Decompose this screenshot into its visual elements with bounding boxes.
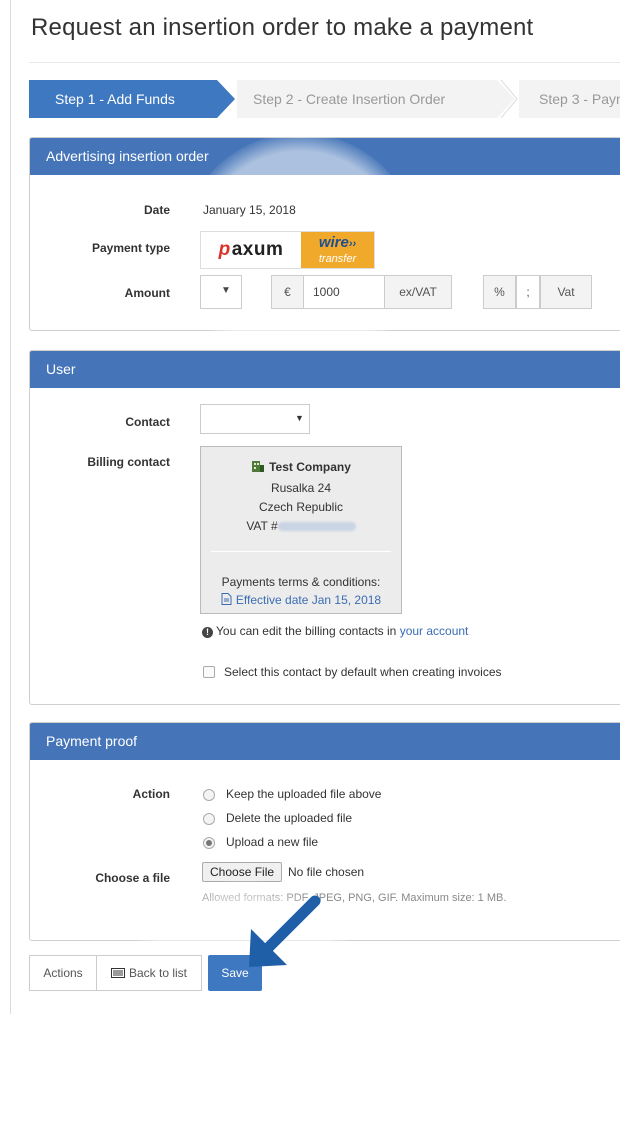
step-2-tab[interactable]: Step 2 - Create Insertion Order	[237, 80, 515, 118]
vat-addon: Vat	[540, 275, 592, 309]
page-title: Request an insertion order to make a pay…	[31, 14, 534, 41]
radio-upload-file-label: Upload a new file	[226, 835, 319, 849]
paxum-logo-icon: p	[218, 239, 231, 260]
vat-number-blurred	[277, 522, 356, 532]
amount-input[interactable]: 1000	[303, 275, 385, 309]
panel-heading: User	[30, 351, 620, 388]
wire-logo-text: wire››	[318, 234, 357, 251]
insertion-order-panel: Advertising insertion order Date January…	[29, 133, 620, 373]
currency-addon: €	[271, 275, 304, 309]
radio-upload-file[interactable]	[203, 837, 215, 849]
amount-type-select[interactable]: ▼	[200, 275, 242, 309]
step-wizard: Step 1 - Add Funds Step 2 - Create Inser…	[29, 80, 620, 118]
back-to-list-button[interactable]: Back to list	[96, 955, 202, 991]
terms-link[interactable]: Effective date Jan 15, 2018	[201, 593, 401, 607]
radio-delete-file[interactable]	[203, 813, 215, 825]
wire-transfer-option[interactable]: wire›› transfer	[301, 232, 374, 268]
step-1-tab[interactable]: Step 1 - Add Funds	[29, 80, 235, 118]
step-3-tab[interactable]: Step 3 - Paym	[519, 80, 620, 118]
vat-percent-addon: %	[483, 275, 516, 309]
panel-heading: Payment proof	[30, 723, 620, 760]
vat-separator: ;	[516, 275, 540, 309]
title-divider	[29, 62, 620, 63]
terms-label: Payments terms & conditions:	[221, 575, 381, 589]
company-icon	[252, 461, 265, 472]
panel-heading: Advertising insertion order	[30, 138, 620, 175]
choose-file-button[interactable]: Choose File	[202, 862, 283, 882]
file-status: No file chosen	[288, 865, 365, 879]
contact-select[interactable]: ▼	[200, 404, 310, 434]
page: Request an insertion order to make a pay…	[10, 0, 620, 1125]
amount-suffix-addon: ex/VAT	[384, 275, 452, 309]
radio-keep-file[interactable]	[203, 789, 215, 801]
default-contact-checkbox[interactable]	[203, 666, 215, 678]
date-value: January 15, 2018	[203, 203, 296, 217]
your-account-link[interactable]: your account	[400, 624, 469, 638]
payment-proof-panel: Payment proof Action Keep the uploaded f…	[29, 722, 620, 941]
amount-label: Amount	[124, 286, 170, 300]
billing-vat: VAT #	[201, 519, 401, 533]
paxum-logo-text: axum	[231, 239, 284, 260]
wire-logo-subtext: transfer	[318, 253, 357, 265]
billing-country: Czech Republic	[258, 500, 344, 514]
date-label: Date	[143, 203, 170, 217]
file-label: Choose a file	[95, 871, 170, 885]
company-name: Test Company	[201, 459, 401, 474]
radio-keep-file-label: Keep the uploaded file above	[226, 787, 382, 801]
document-icon	[221, 593, 232, 605]
default-contact-label: Select this contact by default when crea…	[224, 665, 502, 679]
radio-delete-file-label: Delete the uploaded file	[226, 811, 353, 825]
card-divider	[211, 551, 391, 552]
chevron-down-icon: ▼	[221, 285, 231, 296]
billing-info: ! You can edit the billing contacts in yo…	[202, 624, 468, 638]
step-chevron-icon	[499, 80, 519, 118]
billing-contact-label: Billing contact	[87, 455, 170, 469]
action-label: Action	[132, 787, 170, 801]
chevron-down-icon: ▼	[295, 413, 304, 423]
payment-type-label: Payment type	[91, 241, 170, 255]
actions-button[interactable]: Actions	[29, 955, 97, 991]
list-icon	[110, 968, 125, 978]
billing-contact-card[interactable]: Test Company Rusalka 24 Czech Republic V…	[200, 446, 402, 614]
info-icon: !	[202, 627, 213, 638]
contact-label: Contact	[125, 415, 170, 429]
billing-street: Rusalka 24	[270, 481, 332, 495]
paxum-option[interactable]: p axum	[201, 232, 301, 268]
payment-type-selector: p axum wire›› transfer	[200, 231, 375, 269]
user-panel: User Contact ▼ Billing contact Test Comp…	[29, 350, 620, 705]
pointer-arrow-icon	[249, 895, 321, 967]
